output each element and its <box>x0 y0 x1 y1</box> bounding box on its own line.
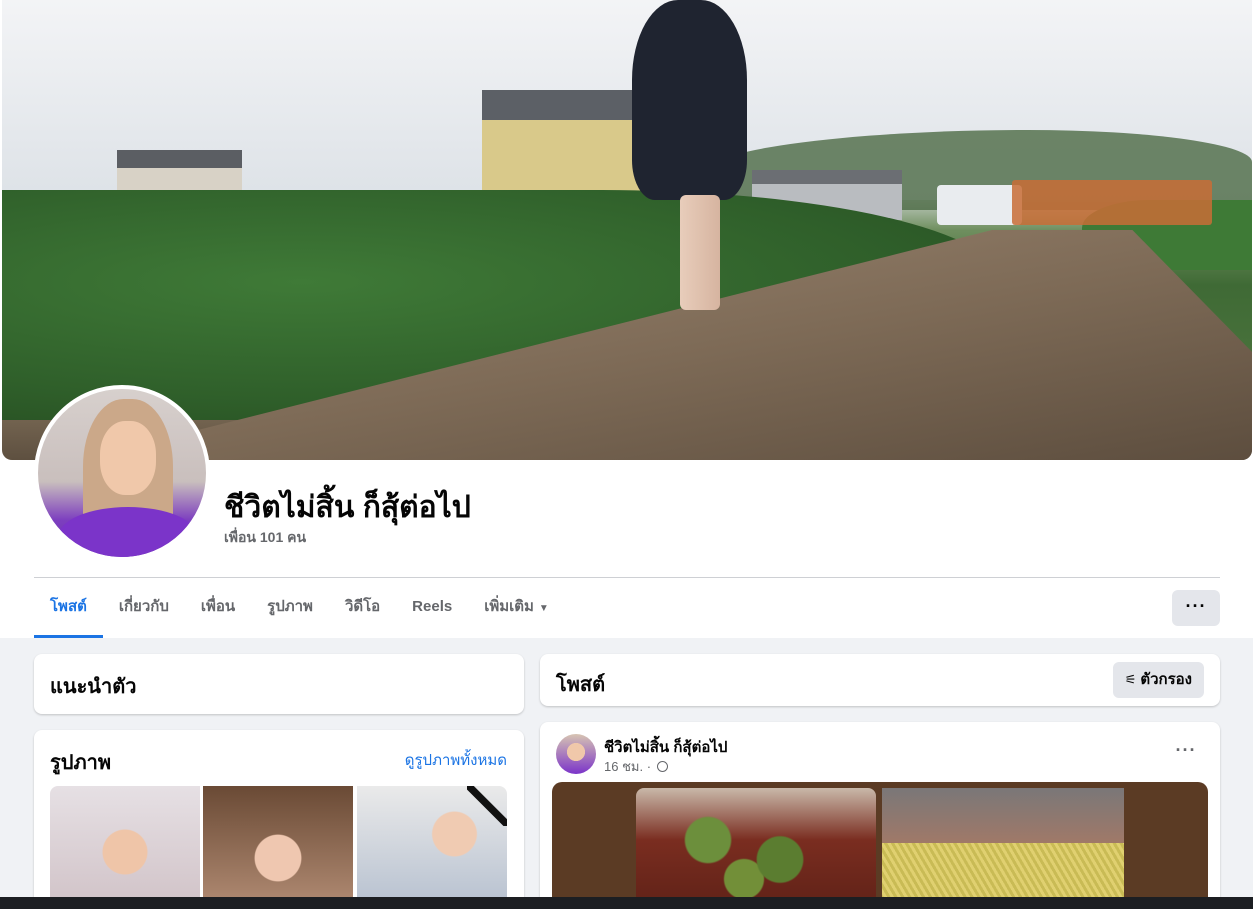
tab-videos[interactable]: วิดีโอ <box>329 578 396 638</box>
friends-count[interactable]: เพื่อน 101 คน <box>224 527 306 549</box>
tab-posts[interactable]: โพสต์ <box>34 578 103 638</box>
post-media[interactable] <box>552 782 1208 909</box>
photos-card: รูปภาพ ดูรูปภาพทั้งหมด <box>34 730 524 909</box>
profile-more-button[interactable]: ··· <box>1172 590 1220 626</box>
caret-down-icon: ▼ <box>538 603 549 614</box>
tab-label: โพสต์ <box>50 598 87 615</box>
tab-label: Reels <box>412 598 453 615</box>
profile-tabs: โพสต์ เกี่ยวกับ เพื่อน รูปภาพ วิดีโอ Ree… <box>34 578 565 638</box>
filter-label: ตัวกรอง <box>1140 671 1192 688</box>
tab-label: เกี่ยวกับ <box>118 598 169 615</box>
tab-more[interactable]: เพิ่มเติม ▼ <box>468 578 565 638</box>
post-meta: 16 ชม. · <box>604 756 668 777</box>
filter-sliders-icon: ⚟ <box>1124 672 1137 687</box>
tab-reels[interactable]: Reels <box>396 578 468 638</box>
profile-header: ชีวิตไม่สิ้น ก็สุ้ต่อไป เพื่อน 101 คน โพ… <box>0 0 1253 638</box>
intro-card: แนะนำตัว <box>34 654 524 714</box>
tab-photos[interactable]: รูปภาพ <box>251 578 329 638</box>
intro-title: แนะนำตัว <box>50 676 137 698</box>
filter-button[interactable]: ⚟ ตัวกรอง <box>1112 662 1204 698</box>
photos-title: รูปภาพ <box>50 752 112 774</box>
post-author-avatar[interactable] <box>556 734 596 774</box>
posts-title: โพสต์ <box>556 674 606 696</box>
profile-name: ชีวิตไม่สิ้น ก็สุ้ต่อไป <box>224 491 471 524</box>
tab-friends[interactable]: เพื่อน <box>185 578 251 638</box>
photo-thumbnail[interactable] <box>203 786 353 906</box>
photo-thumbnail[interactable] <box>357 786 507 906</box>
posts-header-card: โพสต์ ⚟ ตัวกรอง <box>540 654 1220 706</box>
os-taskbar <box>0 897 1253 909</box>
post-image[interactable] <box>882 788 1124 909</box>
post-options-button[interactable]: ··· <box>1168 740 1204 764</box>
tab-about[interactable]: เกี่ยวกับ <box>103 578 185 638</box>
mourning-ribbon-icon <box>467 786 507 826</box>
globe-icon <box>656 761 668 772</box>
tab-label: วิดีโอ <box>344 598 381 615</box>
see-all-photos-link[interactable]: ดูรูปภาพทั้งหมด <box>405 748 507 772</box>
tab-label: เพิ่มเติม <box>484 598 534 615</box>
cover-photo[interactable] <box>2 0 1252 460</box>
post: ชีวิตไม่สิ้น ก็สุ้ต่อไป 16 ชม. · ··· <box>540 722 1220 909</box>
tab-label: เพื่อน <box>200 598 236 615</box>
post-time[interactable]: 16 ชม. · <box>604 759 651 774</box>
tab-label: รูปภาพ <box>267 598 313 615</box>
photo-thumbnail[interactable] <box>50 786 200 906</box>
post-image[interactable] <box>636 788 876 909</box>
profile-avatar[interactable] <box>34 385 210 561</box>
